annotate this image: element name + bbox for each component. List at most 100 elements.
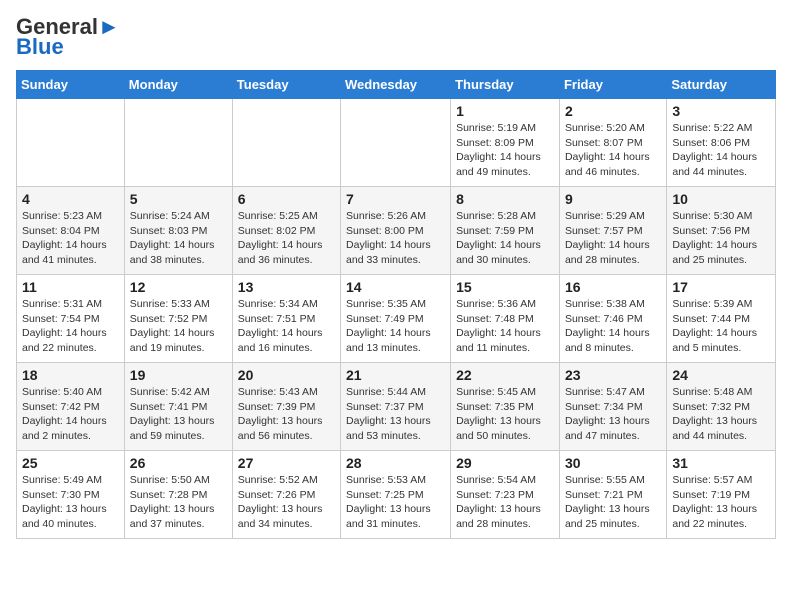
weekday-header-tuesday: Tuesday — [232, 71, 340, 99]
calendar-cell: 15 Sunrise: 5:36 AM Sunset: 7:48 PM Dayli… — [451, 275, 560, 363]
day-info: Sunrise: 5:20 AM Sunset: 8:07 PM Dayligh… — [565, 121, 661, 180]
calendar-cell: 27 Sunrise: 5:52 AM Sunset: 7:26 PM Dayli… — [232, 451, 340, 539]
day-number: 15 — [456, 279, 554, 295]
calendar-cell: 26Sunrise: 5:50 AM Sunset: 7:28 PM Dayli… — [124, 451, 232, 539]
day-number: 14 — [346, 279, 445, 295]
calendar-cell: 21 Sunrise: 5:44 AM Sunset: 7:37 PM Dayli… — [341, 363, 451, 451]
weekday-header-saturday: Saturday — [667, 71, 776, 99]
day-number: 4 — [22, 191, 119, 207]
day-info: Sunrise: 5:38 AM Sunset: 7:46 PM Dayligh… — [565, 297, 661, 356]
day-info: Sunrise: 5:30 AM Sunset: 7:56 PM Dayligh… — [672, 209, 770, 268]
calendar-cell: 3 Sunrise: 5:22 AM Sunset: 8:06 PM Daylig… — [667, 99, 776, 187]
day-info: Sunrise: 5:57 AM Sunset: 7:19 PM Dayligh… — [672, 473, 770, 532]
page-header: General► Blue — [16, 16, 776, 60]
day-info: Sunrise: 5:49 AM Sunset: 7:30 PM Dayligh… — [22, 473, 119, 532]
day-info: Sunrise: 5:53 AM Sunset: 7:25 PM Dayligh… — [346, 473, 445, 532]
day-number: 20 — [238, 367, 335, 383]
calendar-cell: 10 Sunrise: 5:30 AM Sunset: 7:56 PM Dayli… — [667, 187, 776, 275]
day-number: 13 — [238, 279, 335, 295]
logo: General► Blue — [16, 16, 120, 60]
calendar-cell — [232, 99, 340, 187]
calendar-cell: 19 Sunrise: 5:42 AM Sunset: 7:41 PM Dayli… — [124, 363, 232, 451]
day-info: Sunrise: 5:39 AM Sunset: 7:44 PM Dayligh… — [672, 297, 770, 356]
day-number: 29 — [456, 455, 554, 471]
calendar-cell: 2 Sunrise: 5:20 AM Sunset: 8:07 PM Daylig… — [559, 99, 666, 187]
day-info: Sunrise: 5:48 AM Sunset: 7:32 PM Dayligh… — [672, 385, 770, 444]
calendar-cell — [17, 99, 125, 187]
day-number: 1 — [456, 103, 554, 119]
day-number: 12 — [130, 279, 227, 295]
calendar-cell: 30 Sunrise: 5:55 AM Sunset: 7:21 PM Dayli… — [559, 451, 666, 539]
weekday-header-wednesday: Wednesday — [341, 71, 451, 99]
day-info: Sunrise: 5:25 AM Sunset: 8:02 PM Dayligh… — [238, 209, 335, 268]
weekday-header-sunday: Sunday — [17, 71, 125, 99]
calendar-cell: 13 Sunrise: 5:34 AM Sunset: 7:51 PM Dayli… — [232, 275, 340, 363]
calendar-cell: 31 Sunrise: 5:57 AM Sunset: 7:19 PM Dayli… — [667, 451, 776, 539]
day-info: Sunrise: 5:54 AM Sunset: 7:23 PM Dayligh… — [456, 473, 554, 532]
day-info: Sunrise: 5:42 AM Sunset: 7:41 PM Dayligh… — [130, 385, 227, 444]
calendar-cell: 14 Sunrise: 5:35 AM Sunset: 7:49 PM Dayli… — [341, 275, 451, 363]
day-number: 9 — [565, 191, 661, 207]
day-info: Sunrise: 5:23 AM Sunset: 8:04 PM Dayligh… — [22, 209, 119, 268]
day-info: Sunrise: 5:50 AM Sunset: 7:28 PM Dayligh… — [130, 473, 227, 532]
calendar-cell: 11 Sunrise: 5:31 AM Sunset: 7:54 PM Dayli… — [17, 275, 125, 363]
weekday-header-monday: Monday — [124, 71, 232, 99]
day-number: 2 — [565, 103, 661, 119]
calendar-cell: 29 Sunrise: 5:54 AM Sunset: 7:23 PM Dayli… — [451, 451, 560, 539]
calendar-cell — [124, 99, 232, 187]
day-info: Sunrise: 5:52 AM Sunset: 7:26 PM Dayligh… — [238, 473, 335, 532]
day-number: 11 — [22, 279, 119, 295]
day-number: 10 — [672, 191, 770, 207]
calendar-cell: 24 Sunrise: 5:48 AM Sunset: 7:32 PM Dayli… — [667, 363, 776, 451]
day-number: 18 — [22, 367, 119, 383]
day-info: Sunrise: 5:47 AM Sunset: 7:34 PM Dayligh… — [565, 385, 661, 444]
day-number: 16 — [565, 279, 661, 295]
logo-blue: Blue — [16, 34, 64, 60]
day-info: Sunrise: 5:22 AM Sunset: 8:06 PM Dayligh… — [672, 121, 770, 180]
calendar-cell: 28Sunrise: 5:53 AM Sunset: 7:25 PM Dayli… — [341, 451, 451, 539]
day-info: Sunrise: 5:33 AM Sunset: 7:52 PM Dayligh… — [130, 297, 227, 356]
calendar-cell: 9Sunrise: 5:29 AM Sunset: 7:57 PM Daylig… — [559, 187, 666, 275]
day-info: Sunrise: 5:36 AM Sunset: 7:48 PM Dayligh… — [456, 297, 554, 356]
day-info: Sunrise: 5:26 AM Sunset: 8:00 PM Dayligh… — [346, 209, 445, 268]
day-number: 19 — [130, 367, 227, 383]
calendar-cell: 25 Sunrise: 5:49 AM Sunset: 7:30 PM Dayli… — [17, 451, 125, 539]
day-info: Sunrise: 5:55 AM Sunset: 7:21 PM Dayligh… — [565, 473, 661, 532]
calendar-cell: 23Sunrise: 5:47 AM Sunset: 7:34 PM Dayli… — [559, 363, 666, 451]
day-info: Sunrise: 5:44 AM Sunset: 7:37 PM Dayligh… — [346, 385, 445, 444]
calendar-cell: 7 Sunrise: 5:26 AM Sunset: 8:00 PM Daylig… — [341, 187, 451, 275]
day-info: Sunrise: 5:43 AM Sunset: 7:39 PM Dayligh… — [238, 385, 335, 444]
calendar-cell — [341, 99, 451, 187]
day-info: Sunrise: 5:31 AM Sunset: 7:54 PM Dayligh… — [22, 297, 119, 356]
day-info: Sunrise: 5:24 AM Sunset: 8:03 PM Dayligh… — [130, 209, 227, 268]
calendar-cell: 8 Sunrise: 5:28 AM Sunset: 7:59 PM Daylig… — [451, 187, 560, 275]
day-info: Sunrise: 5:34 AM Sunset: 7:51 PM Dayligh… — [238, 297, 335, 356]
day-info: Sunrise: 5:35 AM Sunset: 7:49 PM Dayligh… — [346, 297, 445, 356]
day-info: Sunrise: 5:19 AM Sunset: 8:09 PM Dayligh… — [456, 121, 554, 180]
day-number: 8 — [456, 191, 554, 207]
day-number: 7 — [346, 191, 445, 207]
day-number: 30 — [565, 455, 661, 471]
calendar-cell: 12 Sunrise: 5:33 AM Sunset: 7:52 PM Dayli… — [124, 275, 232, 363]
day-number: 25 — [22, 455, 119, 471]
day-number: 27 — [238, 455, 335, 471]
calendar-cell: 1 Sunrise: 5:19 AM Sunset: 8:09 PM Daylig… — [451, 99, 560, 187]
weekday-header-friday: Friday — [559, 71, 666, 99]
day-number: 5 — [130, 191, 227, 207]
day-info: Sunrise: 5:40 AM Sunset: 7:42 PM Dayligh… — [22, 385, 119, 444]
day-number: 31 — [672, 455, 770, 471]
calendar-cell: 5 Sunrise: 5:24 AM Sunset: 8:03 PM Daylig… — [124, 187, 232, 275]
calendar-cell: 20 Sunrise: 5:43 AM Sunset: 7:39 PM Dayli… — [232, 363, 340, 451]
day-number: 22 — [456, 367, 554, 383]
weekday-header-thursday: Thursday — [451, 71, 560, 99]
day-number: 21 — [346, 367, 445, 383]
calendar-cell: 17Sunrise: 5:39 AM Sunset: 7:44 PM Dayli… — [667, 275, 776, 363]
day-number: 6 — [238, 191, 335, 207]
day-number: 3 — [672, 103, 770, 119]
day-number: 24 — [672, 367, 770, 383]
day-info: Sunrise: 5:28 AM Sunset: 7:59 PM Dayligh… — [456, 209, 554, 268]
calendar-cell: 16 Sunrise: 5:38 AM Sunset: 7:46 PM Dayli… — [559, 275, 666, 363]
calendar-cell: 18 Sunrise: 5:40 AM Sunset: 7:42 PM Dayli… — [17, 363, 125, 451]
day-info: Sunrise: 5:45 AM Sunset: 7:35 PM Dayligh… — [456, 385, 554, 444]
calendar-table: SundayMondayTuesdayWednesdayThursdayFrid… — [16, 70, 776, 539]
